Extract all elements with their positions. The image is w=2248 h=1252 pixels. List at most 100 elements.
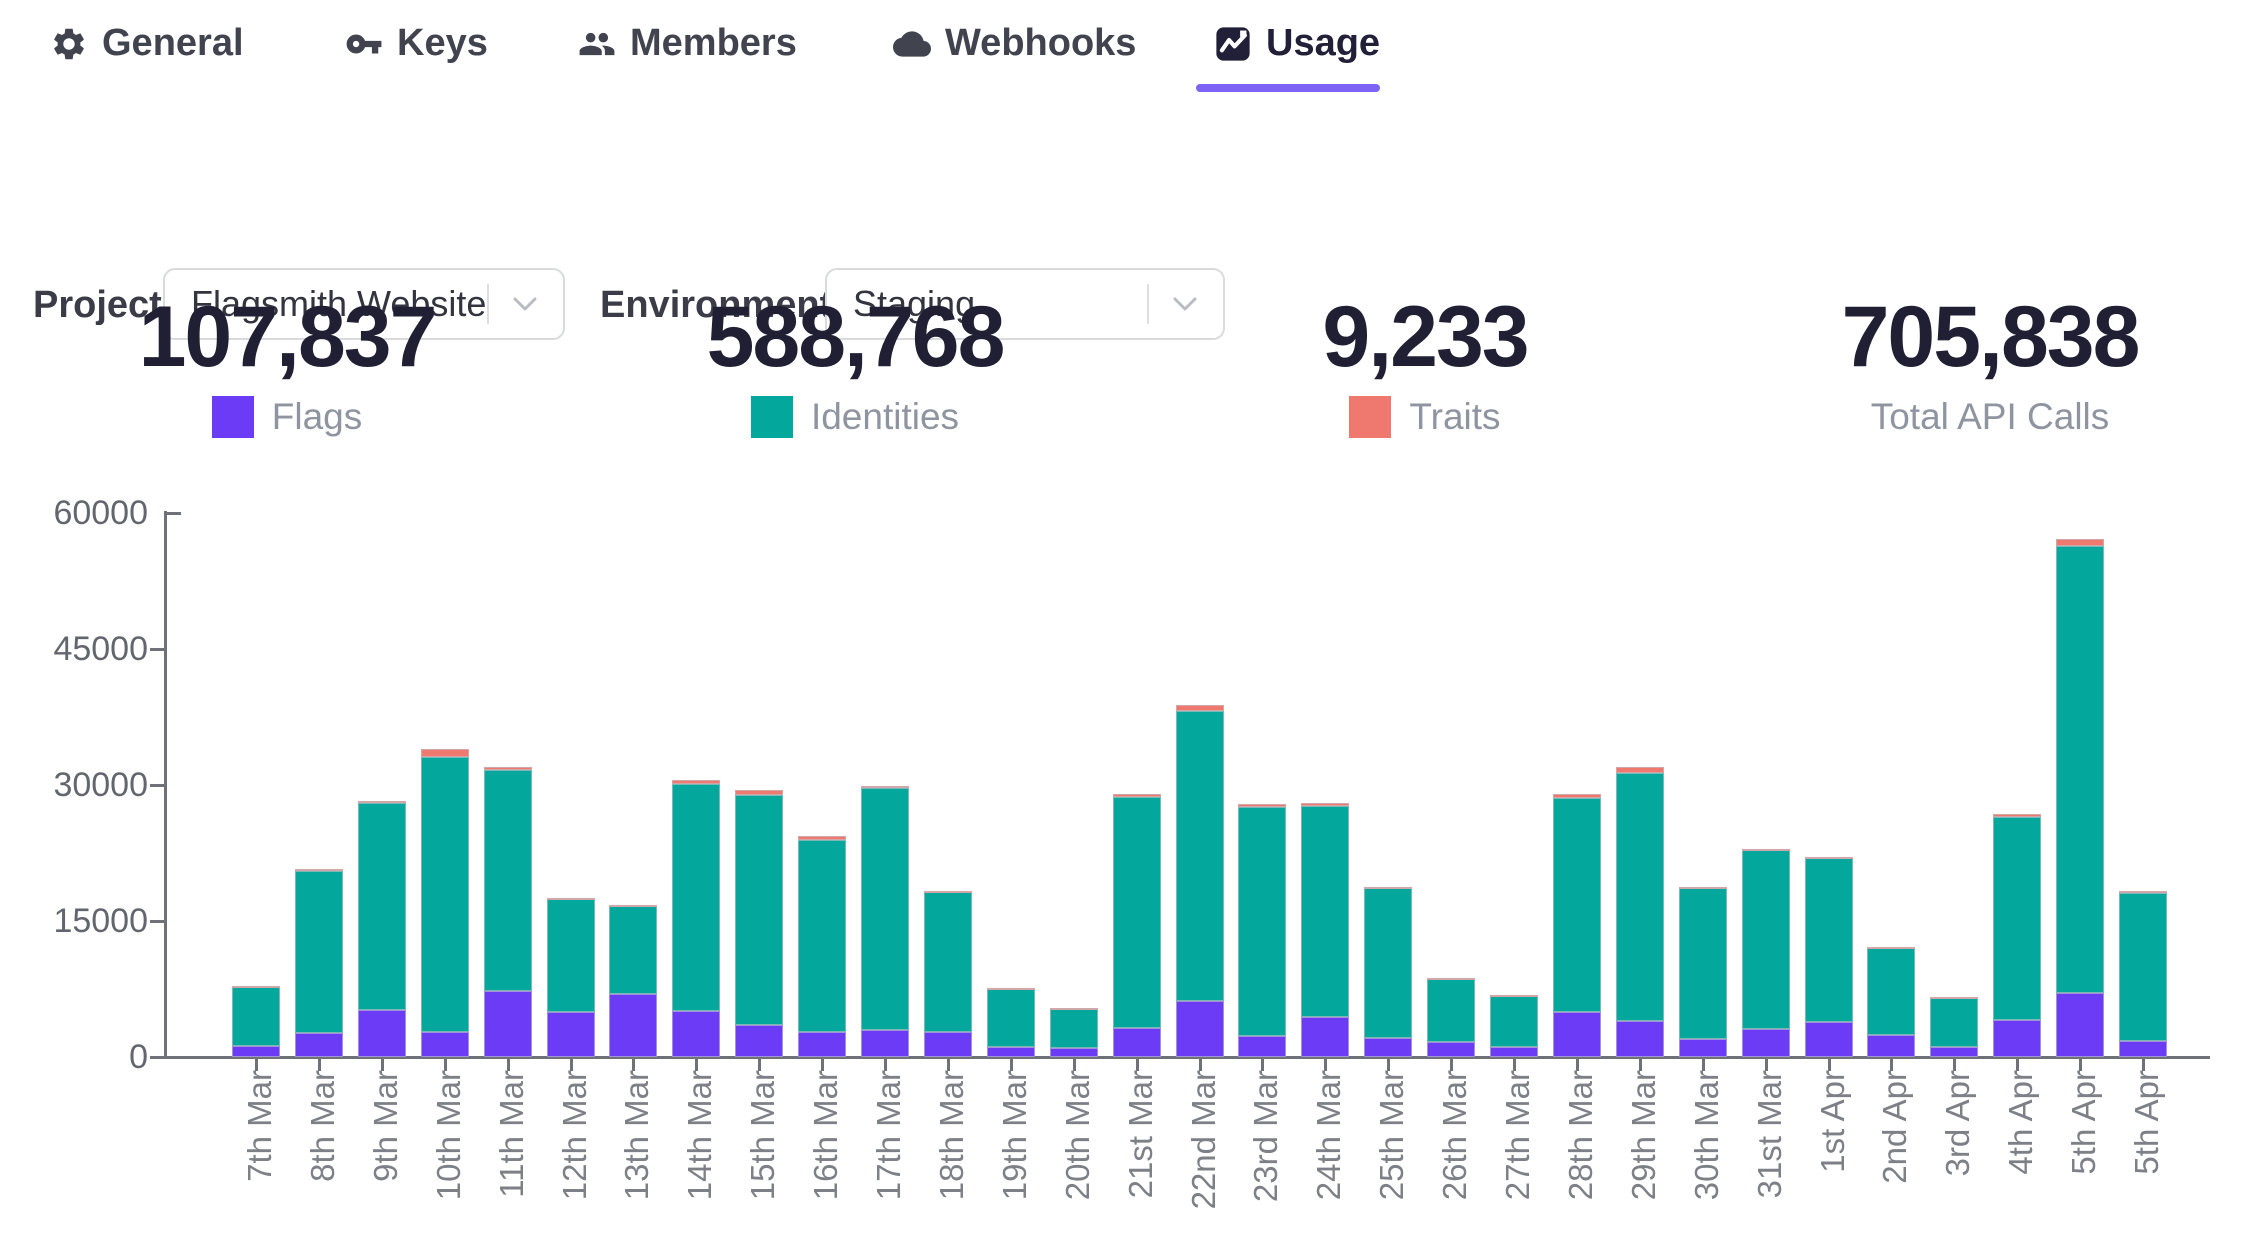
bar-segment-identities[interactable] [1490,995,1538,1047]
bar-segment-traits[interactable] [1993,814,2041,817]
bar-segment-traits[interactable] [1867,947,1915,949]
bar-segment-flags[interactable] [1238,1036,1286,1057]
bar-segment-identities[interactable] [1176,711,1224,1001]
bar-segment-traits[interactable] [358,801,406,803]
x-axis-label: 13th Mar [618,1070,652,1240]
bar-segment-identities[interactable] [609,906,657,993]
bar-segment-traits[interactable] [2119,891,2167,893]
bar-segment-traits[interactable] [1616,767,1664,773]
bar-segment-flags[interactable] [484,991,532,1057]
bar-segment-identities[interactable] [1993,817,2041,1020]
bar-segment-flags[interactable] [232,1046,280,1057]
bar-segment-flags[interactable] [421,1032,469,1057]
bar-segment-identities[interactable] [672,784,720,1011]
bar-segment-identities[interactable] [2056,546,2104,993]
bar-segment-traits[interactable] [1176,705,1224,711]
bar-segment-flags[interactable] [1867,1035,1915,1057]
bar-segment-traits[interactable] [735,790,783,795]
bar-segment-flags[interactable] [924,1032,972,1057]
bar-segment-traits[interactable] [1930,997,1978,999]
bar-segment-identities[interactable] [232,986,280,1046]
bar-segment-flags[interactable] [295,1033,343,1057]
bar-segment-identities[interactable] [1805,858,1853,1022]
y-tick [150,1056,164,1059]
bar-segment-identities[interactable] [1742,850,1790,1029]
bar-segment-identities[interactable] [547,898,595,1011]
bar-segment-flags[interactable] [1930,1047,1978,1057]
bar-segment-traits[interactable] [1490,995,1538,997]
bar-segment-traits[interactable] [672,780,720,784]
bar-segment-traits[interactable] [1113,794,1161,797]
bar-segment-flags[interactable] [1616,1021,1664,1057]
bar-segment-traits[interactable] [295,869,343,871]
bar-segment-traits[interactable] [2056,539,2104,546]
bar-segment-flags[interactable] [547,1012,595,1057]
bar-segment-identities[interactable] [1113,797,1161,1028]
bar-segment-flags[interactable] [861,1030,909,1057]
bar-segment-identities[interactable] [1301,806,1349,1017]
bar-segment-identities[interactable] [1553,798,1601,1012]
bar-segment-traits[interactable] [1553,794,1601,798]
bar-segment-traits[interactable] [232,986,280,988]
bar-segment-traits[interactable] [798,836,846,840]
bar-segment-traits[interactable] [1805,857,1853,859]
bar-segment-identities[interactable] [1427,978,1475,1041]
bar-segment-traits[interactable] [547,898,595,900]
bar-segment-flags[interactable] [672,1011,720,1057]
bar-segment-flags[interactable] [735,1025,783,1057]
bar-segment-flags[interactable] [609,994,657,1057]
bar-segment-identities[interactable] [295,871,343,1033]
bar-segment-flags[interactable] [1427,1042,1475,1057]
bar-segment-traits[interactable] [1427,978,1475,980]
bar-segment-traits[interactable] [609,905,657,907]
bar-segment-identities[interactable] [358,803,406,1010]
bar-segment-flags[interactable] [1490,1047,1538,1057]
bar-segment-flags[interactable] [1050,1048,1098,1057]
bar-segment-identities[interactable] [1930,997,1978,1047]
bar-segment-traits[interactable] [987,988,1035,990]
bar-segment-traits[interactable] [924,891,972,893]
bar-segment-flags[interactable] [1113,1028,1161,1057]
bar-segment-identities[interactable] [1679,888,1727,1039]
bar-segment-identities[interactable] [798,840,846,1031]
bar-segment-flags[interactable] [1176,1001,1224,1057]
x-axis-label: 22nd Mar [1185,1070,1219,1240]
x-axis-label: 26th Mar [1436,1070,1470,1240]
bar-segment-traits[interactable] [1050,1008,1098,1010]
bar-segment-identities[interactable] [861,788,909,1030]
bar-segment-identities[interactable] [1364,888,1412,1038]
bar-segment-traits[interactable] [1679,887,1727,889]
bar-segment-flags[interactable] [1742,1029,1790,1057]
bar-segment-flags[interactable] [358,1010,406,1057]
bar-segment-flags[interactable] [1301,1017,1349,1057]
bar-segment-identities[interactable] [1616,773,1664,1021]
bar-segment-identities[interactable] [1867,948,1915,1035]
bar-segment-flags[interactable] [2056,993,2104,1057]
bar-segment-identities[interactable] [1050,1009,1098,1048]
bar-segment-identities[interactable] [1238,807,1286,1036]
y-axis-label: 0 [28,1038,148,1077]
bar-segment-traits[interactable] [1238,804,1286,807]
bar-segment-identities[interactable] [421,757,469,1032]
bar-segment-traits[interactable] [484,767,532,770]
bar-segment-identities[interactable] [2119,893,2167,1041]
bar-segment-traits[interactable] [1364,887,1412,889]
bar-segment-flags[interactable] [987,1047,1035,1057]
bar-segment-flags[interactable] [798,1032,846,1057]
bar-segment-identities[interactable] [735,795,783,1025]
bar-segment-identities[interactable] [924,892,972,1032]
bar-segment-identities[interactable] [484,770,532,991]
bar-segment-flags[interactable] [1364,1038,1412,1057]
bar-segment-traits[interactable] [1742,849,1790,851]
bar-segment-flags[interactable] [2119,1041,2167,1057]
bar-segment-traits[interactable] [1301,803,1349,806]
bar-segment-flags[interactable] [1679,1039,1727,1057]
x-axis-label: 10th Mar [430,1070,464,1240]
bar-segment-flags[interactable] [1805,1022,1853,1057]
bar-segment-identities[interactable] [987,988,1035,1047]
bar-segment-traits[interactable] [861,786,909,788]
x-axis-label: 5th Apr [2128,1070,2162,1240]
bar-segment-traits[interactable] [421,749,469,757]
bar-segment-flags[interactable] [1553,1012,1601,1057]
bar-segment-flags[interactable] [1993,1020,2041,1057]
